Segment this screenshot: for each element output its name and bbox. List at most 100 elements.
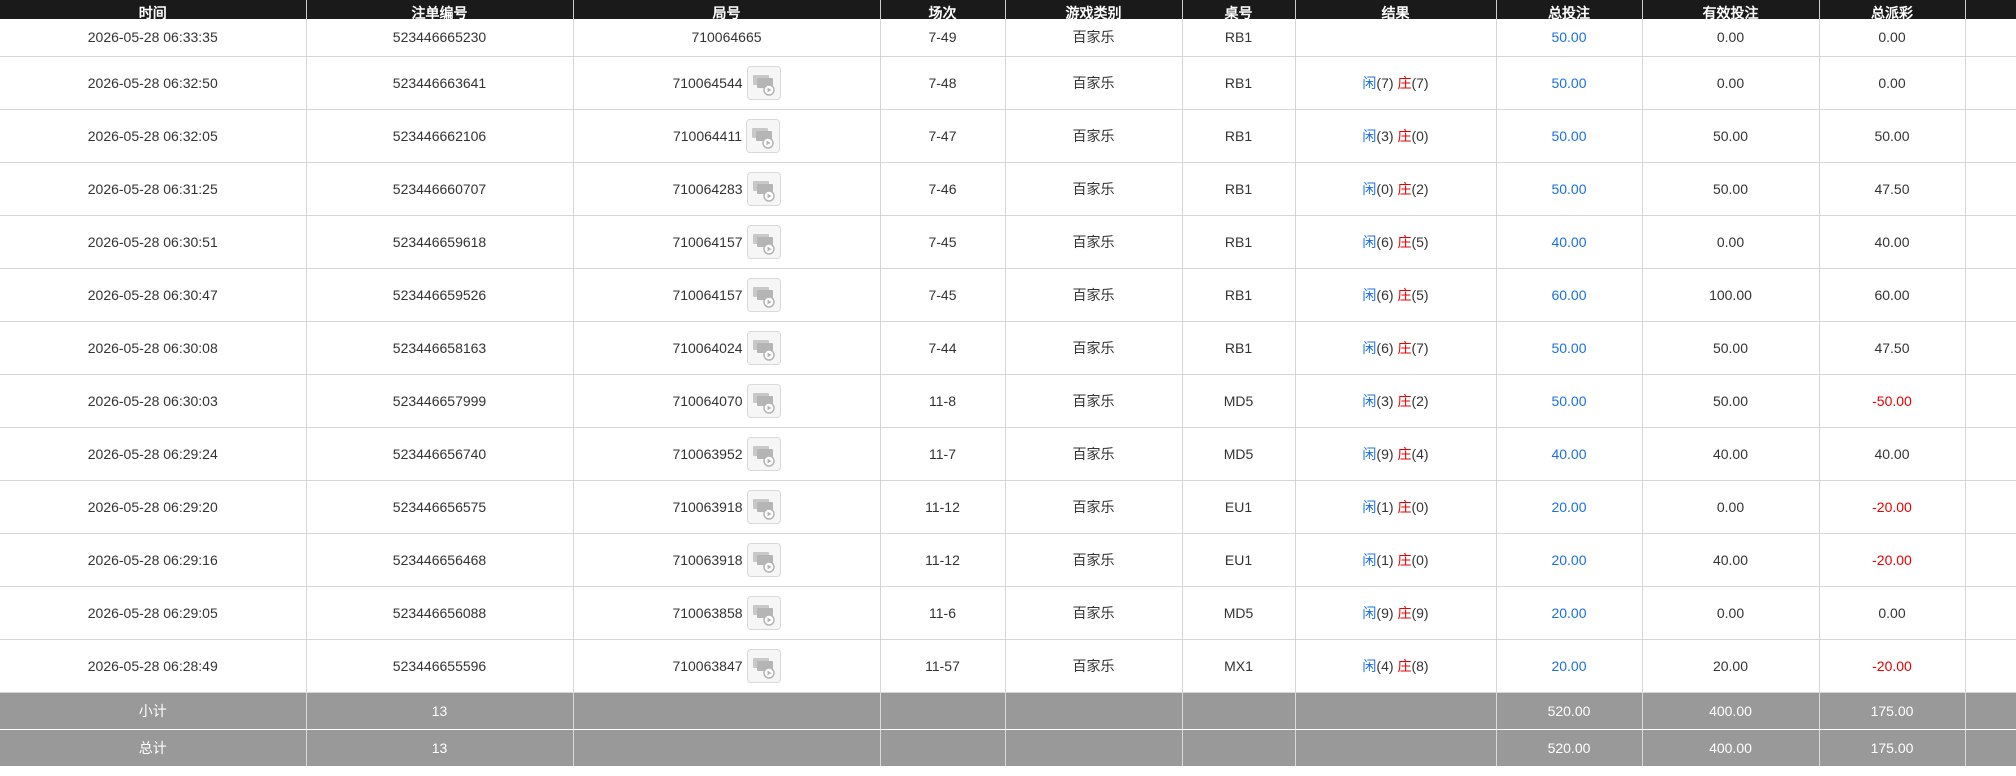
result-player-label: 闲 <box>1362 498 1377 515</box>
result-player-score: (3) <box>1376 392 1394 409</box>
cell-valid-bet: 0.00 <box>1642 586 1820 640</box>
cell-payout: 0.00 <box>1819 586 1966 640</box>
table-row: 2026-05-28 06:30:03 523446657999 7100640… <box>0 374 2016 428</box>
game-replay-icon[interactable] <box>746 330 781 365</box>
cell-valid-bet: 0.00 <box>1642 56 1820 110</box>
cell-result: 闲(3) 庄(0) <box>1295 109 1497 163</box>
game-replay-icon[interactable] <box>746 595 781 630</box>
game-replay-icon[interactable] <box>746 65 781 100</box>
round-number: 710064157 <box>672 286 743 303</box>
cell-table-no: RB1 <box>1182 321 1296 375</box>
round-wrap: 710064070 <box>672 383 781 418</box>
game-replay-icon[interactable] <box>746 489 781 524</box>
cell-extra <box>1965 56 2016 110</box>
result-player-score: (9) <box>1376 604 1394 621</box>
cell-bet-id: 523446663641 <box>306 56 574 110</box>
result-value: 闲(9) 庄(9) <box>1362 605 1428 621</box>
cell-session: 7-45 <box>880 268 1006 322</box>
result-banker-score: (2) <box>1411 180 1429 197</box>
cell-total-bet: 20.00 <box>1496 639 1643 693</box>
cell-round: 710064157 <box>573 268 881 322</box>
cell-session: 11-57 <box>880 639 1006 693</box>
summary-total-bet: 520.00 <box>1496 729 1643 767</box>
cell-valid-bet: 50.00 <box>1642 321 1820 375</box>
round-number: 710064157 <box>672 233 743 250</box>
summary-valid-bet: 400.00 <box>1642 729 1820 767</box>
cell-table-no: MD5 <box>1182 427 1296 481</box>
cell-payout: 50.00 <box>1819 109 1966 163</box>
cell-extra <box>1965 215 2016 269</box>
cell-round: 710064544 <box>573 56 881 110</box>
game-replay-icon[interactable] <box>746 648 781 683</box>
cell-game-type: 百家乐 <box>1005 162 1183 216</box>
result-player-score: (7) <box>1376 74 1394 91</box>
cell-total-bet: 50.00 <box>1496 162 1643 216</box>
result-banker-label: 庄 <box>1397 180 1412 197</box>
result-banker-label: 庄 <box>1397 74 1412 91</box>
summary-empty <box>880 692 1006 730</box>
result-player-label: 闲 <box>1362 233 1377 250</box>
result-player-label: 闲 <box>1362 74 1377 91</box>
cell-result: 闲(1) 庄(0) <box>1295 533 1497 587</box>
cell-time: 2026-05-28 06:29:20 <box>0 480 307 534</box>
cell-table-no: MD5 <box>1182 586 1296 640</box>
round-number: 710063918 <box>672 551 743 568</box>
cell-total-bet: 50.00 <box>1496 56 1643 110</box>
result-player-label: 闲 <box>1362 286 1377 303</box>
result-banker-score: (2) <box>1411 392 1429 409</box>
cell-bet-id: 523446665230 <box>306 19 574 57</box>
cell-payout: -20.00 <box>1819 480 1966 534</box>
cell-result: 闲(6) 庄(5) <box>1295 268 1497 322</box>
game-replay-icon[interactable] <box>746 277 781 312</box>
cell-table-no: RB1 <box>1182 109 1296 163</box>
cell-time: 2026-05-28 06:32:05 <box>0 109 307 163</box>
cell-session: 11-8 <box>880 374 1006 428</box>
cell-time: 2026-05-28 06:30:08 <box>0 321 307 375</box>
cell-total-bet: 50.00 <box>1496 109 1643 163</box>
cell-total-bet: 40.00 <box>1496 215 1643 269</box>
cell-session: 7-44 <box>880 321 1006 375</box>
cell-game-type: 百家乐 <box>1005 586 1183 640</box>
cell-table-no: MD5 <box>1182 374 1296 428</box>
cell-time: 2026-05-28 06:31:25 <box>0 162 307 216</box>
header-extra <box>1965 0 2016 19</box>
round-wrap: 710063952 <box>672 436 781 471</box>
table-row: 2026-05-28 06:30:08 523446658163 7100640… <box>0 321 2016 375</box>
cell-game-type: 百家乐 <box>1005 533 1183 587</box>
cell-session: 11-12 <box>880 480 1006 534</box>
cell-extra <box>1965 109 2016 163</box>
result-banker-label: 庄 <box>1397 339 1412 356</box>
game-replay-icon[interactable] <box>746 383 781 418</box>
header-time: 时间 <box>0 0 307 19</box>
cell-bet-id: 523446659618 <box>306 215 574 269</box>
cell-round: 710064665 <box>573 19 881 57</box>
cell-total-bet: 20.00 <box>1496 480 1643 534</box>
game-replay-icon[interactable] <box>746 171 781 206</box>
game-replay-icon[interactable] <box>746 436 781 471</box>
table-row: 2026-05-28 06:29:16 523446656468 7100639… <box>0 533 2016 587</box>
round-wrap: 710064157 <box>672 224 781 259</box>
summary-label: 总计 <box>0 729 307 767</box>
cell-payout: -20.00 <box>1819 533 1966 587</box>
cell-extra <box>1965 268 2016 322</box>
game-replay-icon[interactable] <box>746 224 781 259</box>
round-number: 710063918 <box>672 498 743 515</box>
table-row: 2026-05-28 06:32:05 523446662106 7100644… <box>0 109 2016 163</box>
cell-payout: 40.00 <box>1819 427 1966 481</box>
game-replay-icon[interactable] <box>746 542 781 577</box>
result-player-label: 闲 <box>1362 127 1377 144</box>
cell-time: 2026-05-28 06:33:35 <box>0 19 307 57</box>
result-banker-label: 庄 <box>1397 286 1412 303</box>
result-banker-score: (5) <box>1411 233 1429 250</box>
result-banker-score: (0) <box>1411 551 1429 568</box>
cell-table-no: EU1 <box>1182 480 1296 534</box>
result-banker-score: (5) <box>1411 286 1429 303</box>
cell-bet-id: 523446656575 <box>306 480 574 534</box>
game-replay-icon[interactable] <box>746 118 781 153</box>
result-value: 闲(9) 庄(4) <box>1362 446 1428 462</box>
cell-total-bet: 50.00 <box>1496 374 1643 428</box>
summary-total-bet: 520.00 <box>1496 692 1643 730</box>
round-number: 710064665 <box>691 29 762 46</box>
cell-result: 闲(7) 庄(7) <box>1295 56 1497 110</box>
cell-round: 710063847 <box>573 639 881 693</box>
